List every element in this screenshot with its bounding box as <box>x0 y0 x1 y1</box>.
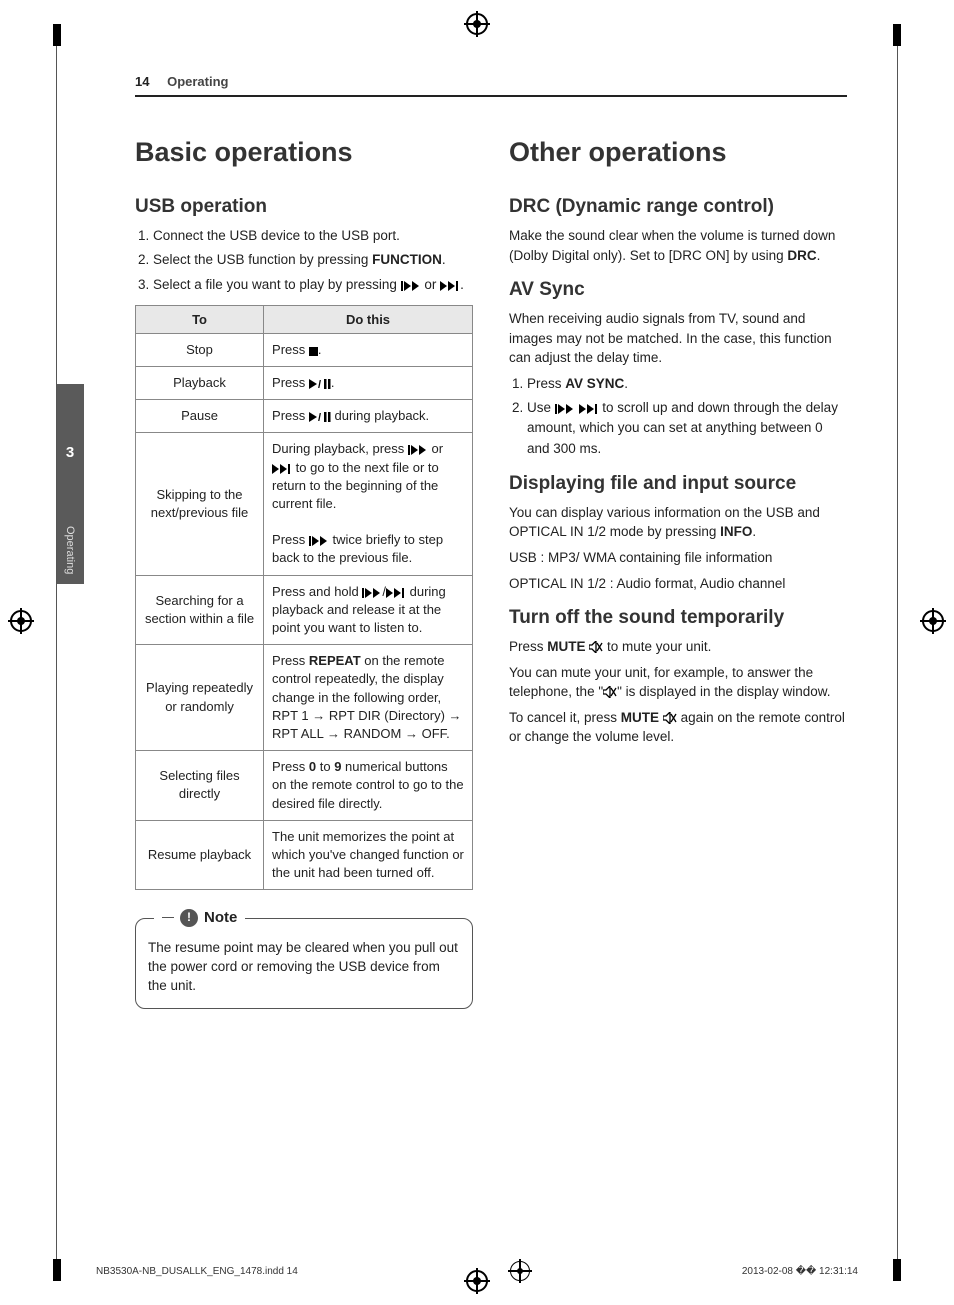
svg-text:/: / <box>318 379 321 389</box>
heading-basic-operations: Basic operations <box>135 137 473 168</box>
table-row: Selecting files directly Press 0 to 9 nu… <box>136 751 473 821</box>
running-header: 14 Operating <box>135 74 847 97</box>
mute-icon <box>663 712 677 724</box>
note-icon: ! <box>180 909 198 927</box>
registration-mark-right <box>922 610 944 632</box>
left-column: Basic operations USB operation Connect t… <box>135 137 473 1009</box>
mute-icon <box>603 686 617 698</box>
table-row: Pause Press / during playback. <box>136 400 473 433</box>
display-body-1: You can display various information on t… <box>509 503 847 542</box>
play-pause-icon: / <box>309 379 331 389</box>
heading-av-sync: AV Sync <box>509 279 847 301</box>
registration-mark-top <box>466 13 488 35</box>
heading-display-file: Displaying file and input source <box>509 473 847 495</box>
heading-drc: DRC (Dynamic range control) <box>509 196 847 218</box>
prev-track-icon <box>408 445 428 455</box>
registration-mark-left <box>10 610 32 632</box>
step-item: Select a file you want to play by pressi… <box>153 275 473 295</box>
display-body-3: OPTICAL IN 1/2 : Audio format, Audio cha… <box>509 574 847 594</box>
drc-body: Make the sound clear when the volume is … <box>509 226 847 265</box>
next-track-icon <box>440 281 460 291</box>
th-do-this: Do this <box>264 305 473 333</box>
play-pause-icon: / <box>309 412 331 422</box>
table-row: Resume playback The unit memorizes the p… <box>136 820 473 890</box>
heading-mute: Turn off the sound temporarily <box>509 607 847 629</box>
step-item: Select the USB function by pressing FUNC… <box>153 250 473 270</box>
svg-text:/: / <box>318 412 321 422</box>
av-sync-body: When receiving audio signals from TV, so… <box>509 309 847 368</box>
mute-body-1: Press MUTE to mute your unit. <box>509 637 847 657</box>
mute-body-3: To cancel it, press MUTE again on the re… <box>509 708 847 747</box>
footer-timestamp: 2013-02-08 �� 12:31:14 <box>742 1266 858 1277</box>
step-item: Connect the USB device to the USB port. <box>153 226 473 246</box>
step-item: Press AV SYNC. <box>527 374 847 394</box>
page-footer: NB3530A-NB_DUSALLK_ENG_1478.indd 14 2013… <box>96 1261 858 1281</box>
table-row: Stop Press . <box>136 333 473 366</box>
table-row: Playing repeatedly or randomly Press REP… <box>136 645 473 751</box>
operations-table: To Do this Stop Press . Playback Press /… <box>135 305 473 891</box>
display-body-2: USB : MP3/ WMA containing file informati… <box>509 548 847 568</box>
next-track-icon <box>579 404 599 414</box>
usb-steps-list: Connect the USB device to the USB port. … <box>135 226 473 295</box>
heading-other-operations: Other operations <box>509 137 847 168</box>
section-name: Operating <box>167 74 228 89</box>
crop-tick <box>893 1259 901 1281</box>
page-number: 14 <box>135 74 149 89</box>
prev-track-icon <box>309 536 329 546</box>
registration-mark-footer <box>510 1261 530 1281</box>
page-container: 14 Operating Basic operations USB operat… <box>56 24 898 1281</box>
mute-icon <box>589 641 603 653</box>
footer-filename: NB3530A-NB_DUSALLK_ENG_1478.indd 14 <box>96 1266 298 1277</box>
step-item: Use to scroll up and down through the de… <box>527 398 847 459</box>
table-row: Playback Press /. <box>136 366 473 399</box>
mute-body-2: You can mute your unit, for example, to … <box>509 663 847 702</box>
crop-tick <box>53 1259 61 1281</box>
note-text: The resume point may be cleared when you… <box>148 940 458 993</box>
prev-track-icon <box>362 588 382 598</box>
right-column: Other operations DRC (Dynamic range cont… <box>509 137 847 1009</box>
next-track-icon <box>272 464 292 474</box>
note-box: ! Note The resume point may be cleared w… <box>135 918 473 1009</box>
prev-track-icon <box>401 281 421 291</box>
table-row: Searching for a section within a file Pr… <box>136 575 473 645</box>
next-track-icon <box>386 588 406 598</box>
table-row: Skipping to the next/previous file Durin… <box>136 433 473 575</box>
prev-track-icon <box>555 404 575 414</box>
th-to: To <box>136 305 264 333</box>
note-label: ! Note <box>154 907 245 928</box>
av-sync-steps: Press AV SYNC. Use to scroll up and down… <box>509 374 847 459</box>
stop-icon <box>309 347 318 356</box>
heading-usb-operation: USB operation <box>135 196 473 218</box>
